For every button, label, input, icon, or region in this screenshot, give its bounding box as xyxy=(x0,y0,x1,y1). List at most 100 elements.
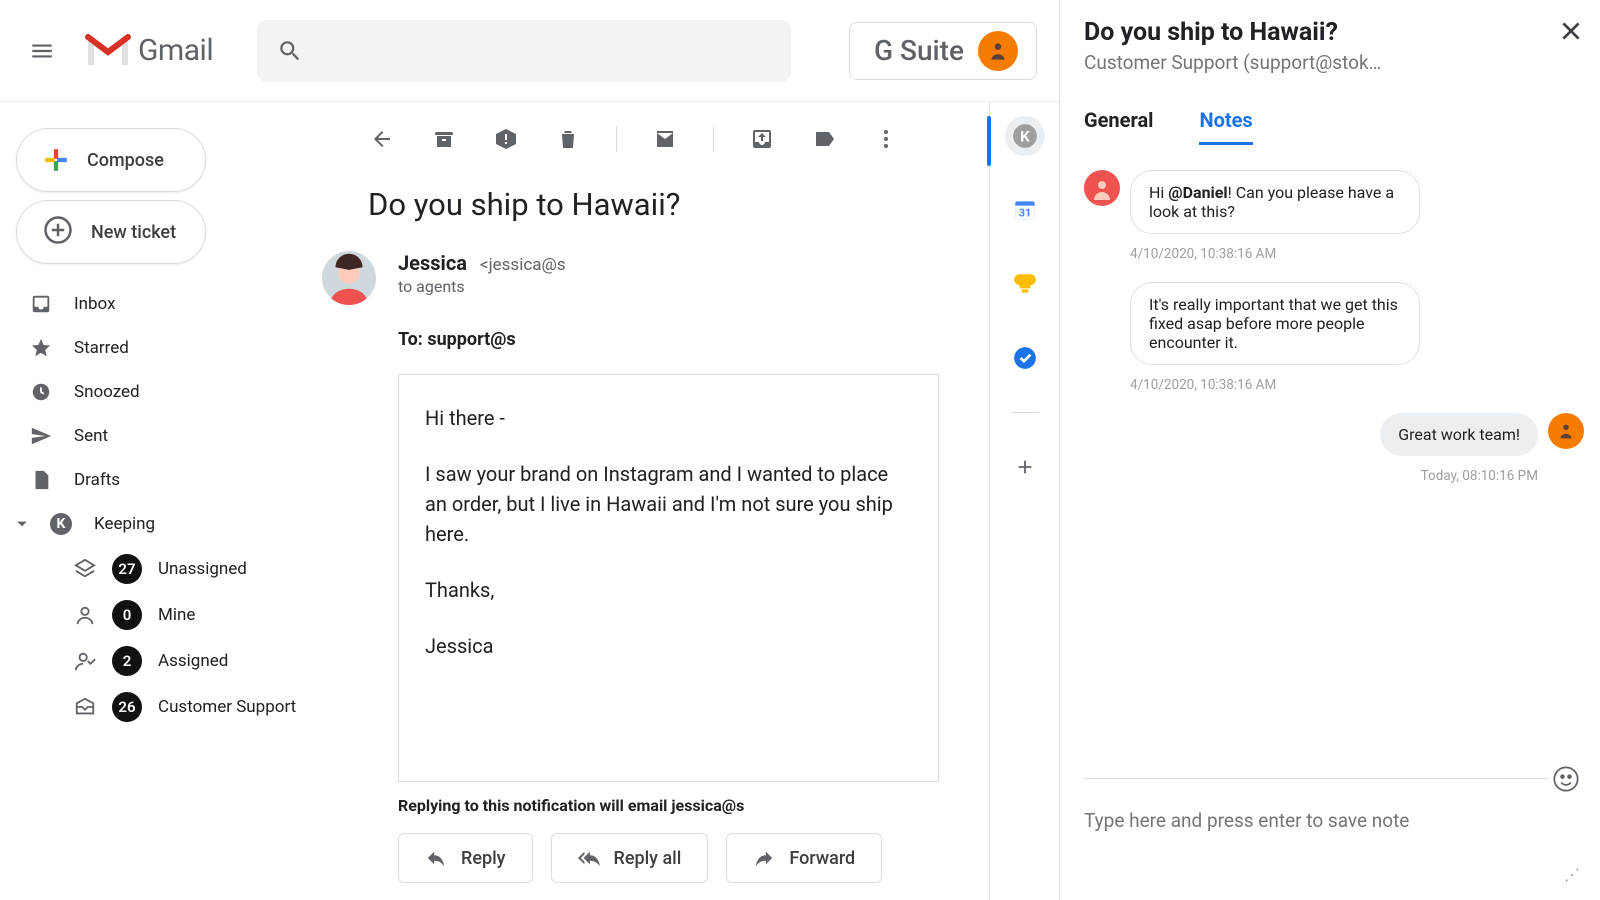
labels-button[interactable] xyxy=(810,125,838,153)
close-icon xyxy=(1558,18,1584,44)
nav-keeping-label: Keeping xyxy=(94,514,155,534)
email-toolbar xyxy=(312,102,979,176)
more-button[interactable] xyxy=(872,125,900,153)
reply-notification-note: Replying to this notification will email… xyxy=(398,796,979,815)
toolbar-divider xyxy=(713,126,714,152)
note-avatar xyxy=(1548,413,1584,449)
nav-snoozed-label: Snoozed xyxy=(74,382,140,402)
reply-all-button[interactable]: Reply all xyxy=(551,833,709,883)
forward-button[interactable]: Forward xyxy=(726,833,882,883)
nav-keeping[interactable]: K Keeping xyxy=(0,502,312,546)
nav-drafts[interactable]: Drafts xyxy=(0,458,312,502)
resize-handle[interactable]: ⋰ xyxy=(1564,865,1580,884)
gmail-header: Gmail G Suite xyxy=(0,0,1059,102)
subnav-assigned[interactable]: 2 Assigned xyxy=(44,638,312,684)
archive-button[interactable] xyxy=(430,125,458,153)
mention[interactable]: @Daniel xyxy=(1168,183,1227,202)
reply-button[interactable]: Reply xyxy=(398,833,533,883)
note-timestamp: 4/10/2020, 10:38:16 AM xyxy=(1130,246,1584,262)
nav-starred[interactable]: Starred xyxy=(0,326,312,370)
unassigned-label: Unassigned xyxy=(158,559,247,579)
nav-sent[interactable]: Sent xyxy=(0,414,312,458)
back-button[interactable] xyxy=(368,125,396,153)
gsuite-account-chip[interactable]: G Suite xyxy=(849,22,1037,80)
reply-all-icon xyxy=(578,847,600,869)
addon-tasks[interactable] xyxy=(1005,338,1045,378)
sender-avatar[interactable] xyxy=(322,251,376,305)
sender-name: Jessica xyxy=(398,251,467,275)
nav-snoozed[interactable]: Snoozed xyxy=(0,370,312,414)
panel-tabs: General Notes xyxy=(1084,108,1584,146)
keep-icon xyxy=(1012,271,1038,297)
layers-icon xyxy=(74,558,96,580)
main-menu-button[interactable] xyxy=(18,27,66,75)
subnav-unassigned[interactable]: 27 Unassigned xyxy=(44,546,312,592)
compose-button[interactable]: Compose xyxy=(16,128,206,192)
caret-down-icon xyxy=(16,513,28,535)
compose-label: Compose xyxy=(87,150,164,171)
note-input[interactable] xyxy=(1084,809,1584,855)
gsuite-label: G Suite xyxy=(874,34,964,67)
plus-circle-icon xyxy=(43,215,73,249)
note-item: Great work team! xyxy=(1084,413,1584,456)
keeping-panel: Do you ship to Hawaii? Customer Support … xyxy=(1060,0,1600,900)
nav-list: Inbox Starred Snoozed Sent xyxy=(0,282,312,730)
move-to-inbox-icon xyxy=(750,127,774,151)
addon-calendar[interactable]: 31 xyxy=(1005,190,1045,230)
new-ticket-label: New ticket xyxy=(91,222,176,243)
unassigned-count: 27 xyxy=(112,554,142,584)
person-check-icon xyxy=(74,650,96,672)
svg-text:31: 31 xyxy=(1018,207,1030,220)
trash-icon xyxy=(556,127,580,151)
more-vert-icon xyxy=(874,127,898,151)
assigned-count: 2 xyxy=(112,646,142,676)
arrow-back-icon xyxy=(370,127,394,151)
account-avatar xyxy=(978,31,1018,71)
reply-label: Reply xyxy=(461,848,506,869)
addon-rail: K 31 xyxy=(989,102,1059,900)
search-icon xyxy=(277,38,303,64)
sender-row: Jessica <jessica@s to agents xyxy=(312,251,979,305)
gmail-logo[interactable]: Gmail xyxy=(84,33,213,69)
hamburger-icon xyxy=(29,38,55,64)
delete-button[interactable] xyxy=(554,125,582,153)
move-to-button[interactable] xyxy=(748,125,776,153)
email-header-to: To: support@s xyxy=(398,329,516,350)
gmail-sidebar: Compose New ticket Inbox Starred xyxy=(0,102,312,900)
mail-icon xyxy=(653,127,677,151)
addon-keeping[interactable]: K xyxy=(1005,116,1045,156)
toolbar-divider xyxy=(616,126,617,152)
panel-close-button[interactable] xyxy=(1558,18,1584,48)
subnav-support[interactable]: 26 Customer Support xyxy=(44,684,312,730)
reply-all-label: Reply all xyxy=(614,848,682,869)
search-input[interactable] xyxy=(257,20,791,82)
spam-button[interactable] xyxy=(492,125,520,153)
mine-label: Mine xyxy=(158,605,195,625)
note-composer: ⋰ xyxy=(1084,778,1584,888)
nav-inbox[interactable]: Inbox xyxy=(0,282,312,326)
nav-starred-label: Starred xyxy=(74,338,129,358)
note-avatar xyxy=(1084,170,1120,206)
sender-to-line: to agents xyxy=(398,277,566,296)
email-actions: Reply Reply all Forward xyxy=(398,833,979,883)
gmail-wordmark: Gmail xyxy=(138,33,213,68)
keeping-addon-icon: K xyxy=(1012,123,1038,149)
nav-sent-label: Sent xyxy=(74,426,108,446)
label-icon xyxy=(812,127,836,151)
tab-general[interactable]: General xyxy=(1084,108,1153,145)
calendar-icon: 31 xyxy=(1012,197,1038,223)
addon-keep[interactable] xyxy=(1005,264,1045,304)
new-ticket-button[interactable]: New ticket xyxy=(16,200,206,264)
note-timestamp: 4/10/2020, 10:38:16 AM xyxy=(1130,377,1584,393)
plus-multicolor-icon xyxy=(43,147,69,173)
subnav-mine[interactable]: 0 Mine xyxy=(44,592,312,638)
panel-title: Do you ship to Hawaii? xyxy=(1084,18,1381,47)
addon-get-addons[interactable] xyxy=(1005,447,1045,487)
report-icon xyxy=(494,127,518,151)
support-count: 26 xyxy=(112,692,142,722)
emoji-button[interactable] xyxy=(1548,761,1584,797)
sender-address: <jessica@s xyxy=(480,255,566,275)
emoji-icon xyxy=(1552,764,1580,794)
mark-unread-button[interactable] xyxy=(651,125,679,153)
tab-notes[interactable]: Notes xyxy=(1199,108,1252,145)
